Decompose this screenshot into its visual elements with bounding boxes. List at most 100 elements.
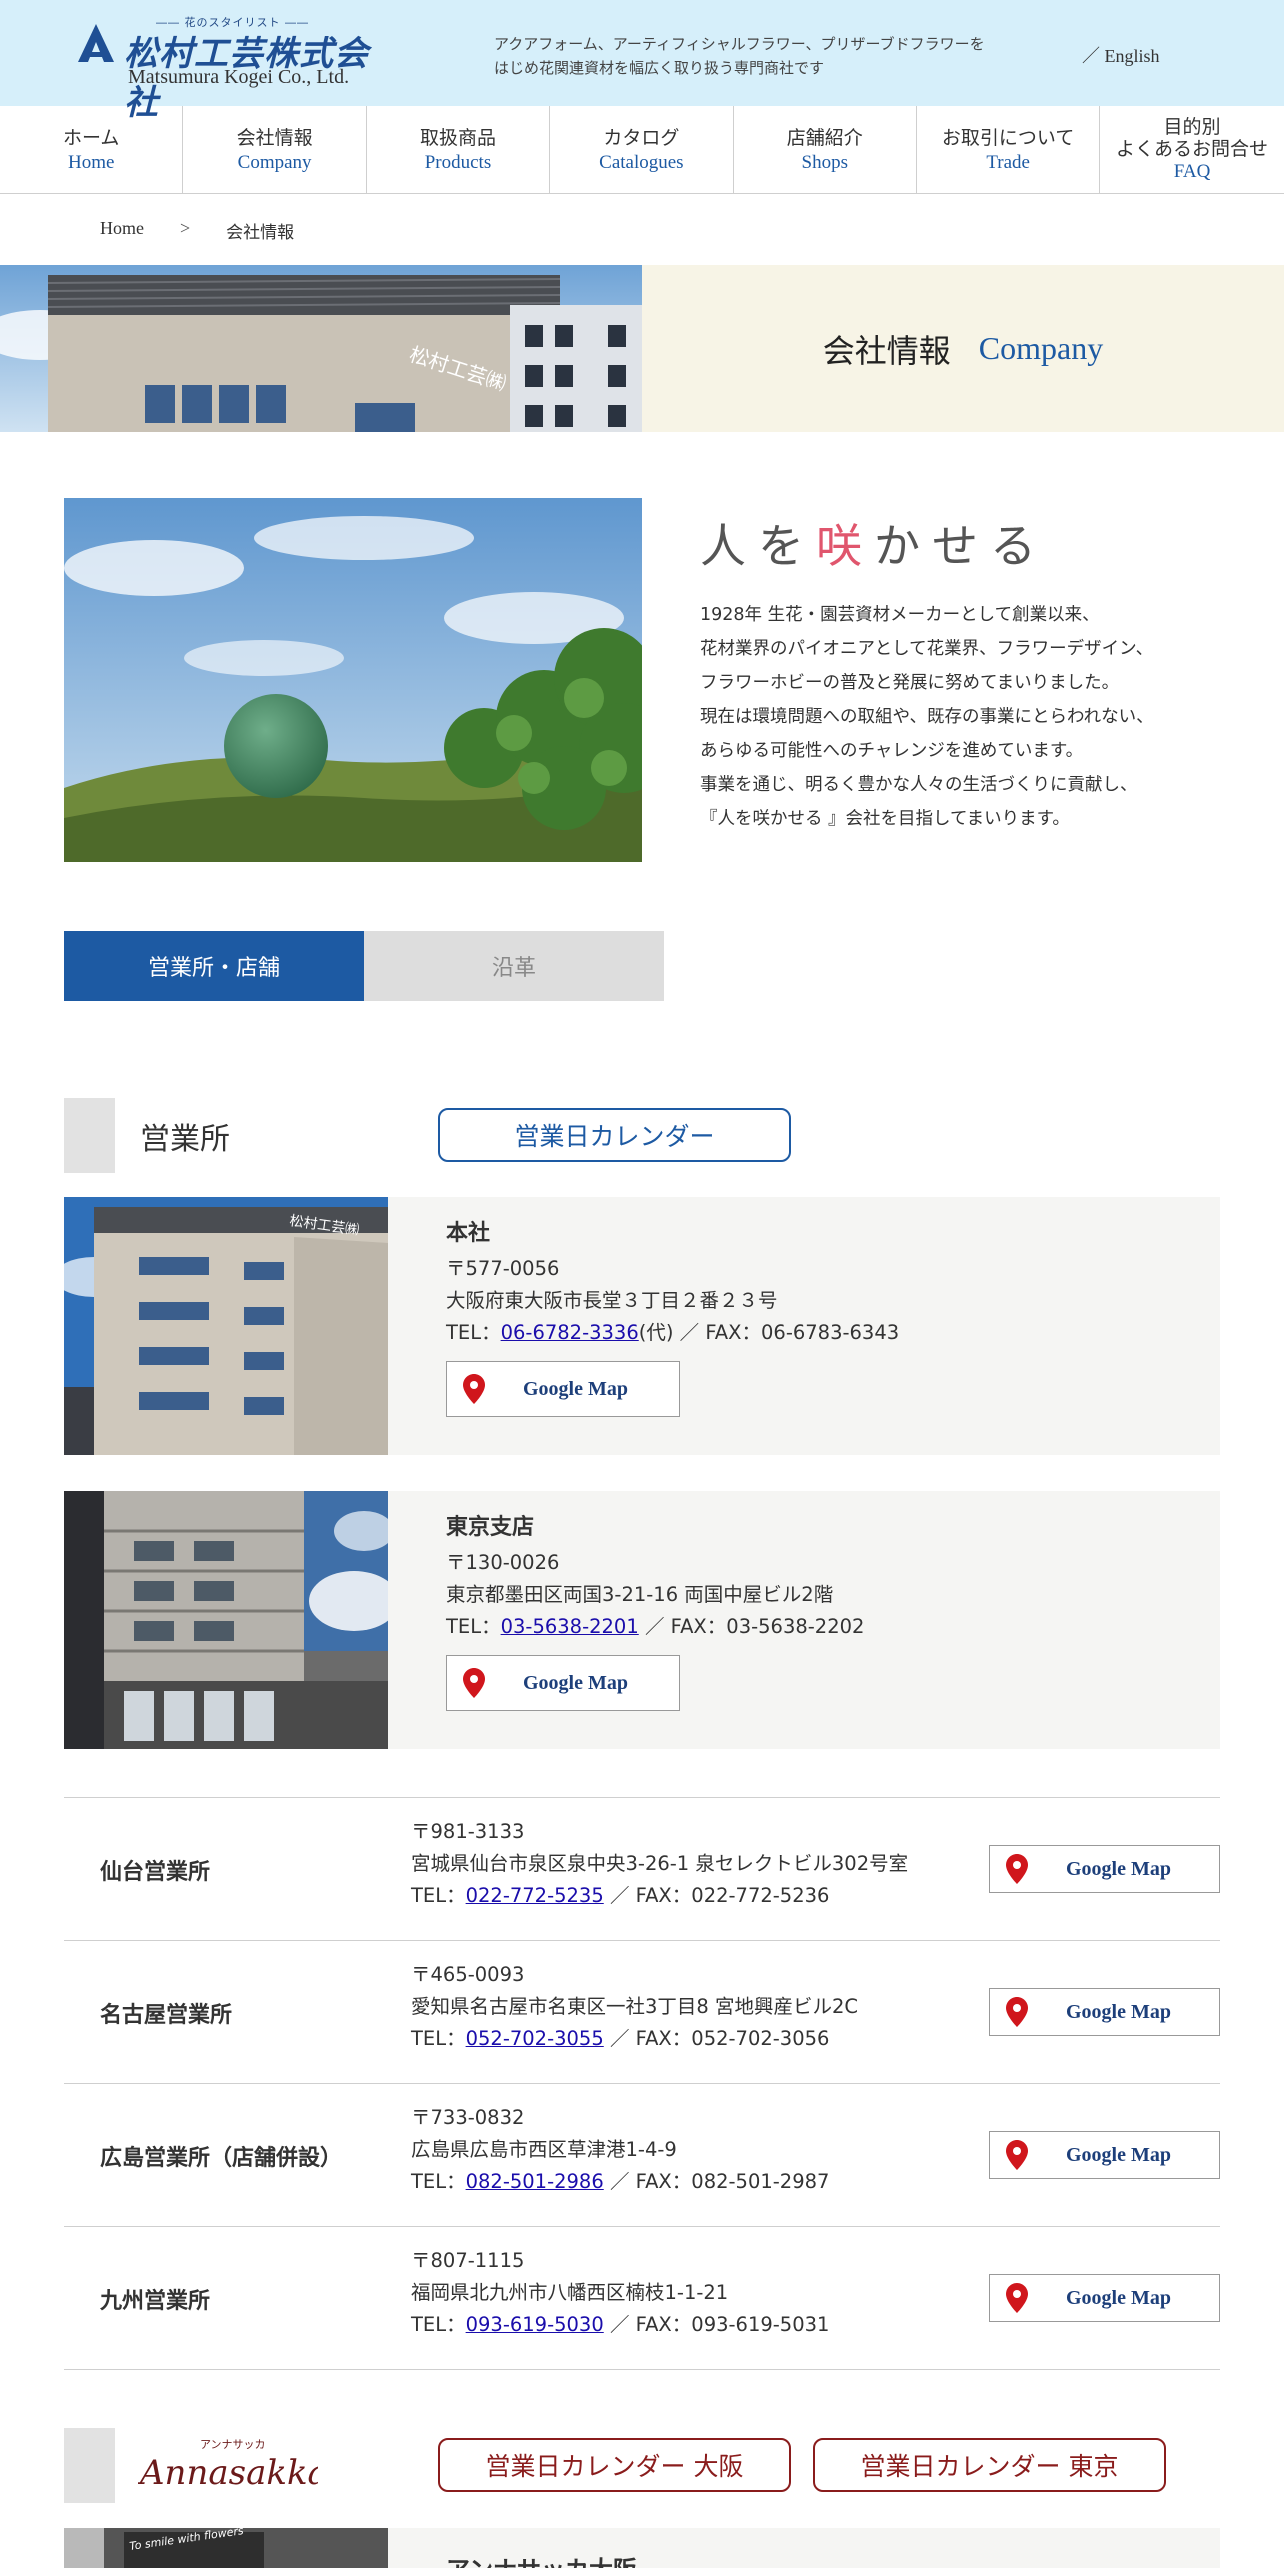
tel-link[interactable]: 052-702-3055	[466, 2027, 604, 2050]
office-contact: TEL：082-501-2986 ／ FAX：082-501-2987	[411, 2166, 829, 2198]
google-map-button[interactable]: Google Map	[989, 1845, 1220, 1893]
office-name: 広島営業所（店舗併設）	[100, 2145, 343, 2171]
tokyo-building-image	[64, 1491, 388, 1749]
page-title-jp: 会社情報	[822, 331, 951, 370]
logo-company-name-en: Matsumura Kogei Co., Ltd.	[128, 66, 350, 88]
google-map-label: Google Map	[1066, 2286, 1171, 2309]
office-contact: TEL：022-772-5235 ／ FAX：022-772-5236	[411, 1880, 908, 1912]
page-title-en: Company	[978, 330, 1104, 366]
office-name: 本社	[446, 1221, 491, 1246]
hq-building-image: 松村工芸㈱	[64, 1197, 388, 1455]
svg-text:アンナサッカ: アンナサッカ	[200, 2438, 266, 2451]
tel-label: TEL：	[411, 2027, 466, 2050]
google-map-label: Google Map	[1066, 1857, 1171, 1880]
calendar-button[interactable]: 営業日カレンダー	[438, 1108, 791, 1162]
nav-item-products[interactable]: 取扱商品 Products	[367, 106, 551, 194]
fax-number: 06-6783-6343	[761, 1321, 900, 1344]
calendar-osaka-button[interactable]: 営業日カレンダー 大阪	[438, 2438, 791, 2492]
nav-label-jp: お取引について	[941, 127, 1075, 149]
office-info: 〒733-0832 広島県広島市西区草津港1-4-9 TEL：082-501-2…	[411, 2102, 829, 2198]
annasakka-logo: アンナサッカ Annasakka	[138, 2438, 318, 2493]
nav-item-catalogues[interactable]: カタログ Catalogues	[550, 106, 734, 194]
nav-item-company[interactable]: 会社情報 Company	[183, 106, 367, 194]
nav-item-trade[interactable]: お取引について Trade	[917, 106, 1101, 194]
nav-item-home[interactable]: ホーム Home	[0, 106, 184, 194]
intro-line: 事業を通じ、明るく豊かな人々の生活づくりに貢献し、	[700, 775, 1138, 795]
page-title-band: 松村工芸㈱ 会社情報 Company	[0, 265, 1284, 432]
nav-item-faq[interactable]: 目的別 よくあるお問合せ FAQ	[1100, 106, 1283, 194]
nav-label-en: Products	[424, 152, 492, 173]
calendar-tokyo-button[interactable]: 営業日カレンダー 東京	[813, 2438, 1166, 2492]
map-pin-icon	[1006, 2283, 1028, 2313]
site-header: ―― 花のスタイリスト ―― 松村工芸株式会社 Matsumura Kogei …	[0, 0, 1284, 123]
office-address: 大阪府東大阪市長堂３丁目２番２３号	[446, 1289, 778, 1312]
google-map-label: Google Map	[1066, 2000, 1171, 2023]
office-address: 東京都墨田区両国3-21-16 両国中屋ビル2階	[446, 1583, 834, 1606]
intro-text: 1928年 生花・園芸資材メーカーとして創業以来、 花材業界のパイオニアとして花…	[700, 598, 1240, 836]
google-map-button[interactable]: Google Map	[989, 2274, 1220, 2322]
google-map-button[interactable]: Google Map	[989, 1988, 1220, 2036]
nav-label-jp: カタログ	[603, 127, 680, 149]
tel-link[interactable]: 082-501-2986	[466, 2170, 604, 2193]
nav-label-en: Trade	[986, 152, 1030, 173]
office-info: 〒465-0093 愛知県名古屋市名東区一社3丁目8 宮地興産ビル2C TEL：…	[411, 1959, 858, 2055]
fax-number: 022-772-5236	[691, 1884, 830, 1907]
tel-label: TEL：	[411, 2170, 466, 2193]
nav-label-en: Catalogues	[599, 152, 684, 173]
office-postal-code: 〒807-1115	[411, 2249, 525, 2272]
intro-line: 現在は環境問題への取組や、既存の事業にとらわれない、	[700, 707, 1154, 727]
tab-history[interactable]: 沿革	[364, 931, 664, 1001]
intro-heading: 人を咲かせる	[700, 510, 1048, 576]
map-pin-icon	[1006, 2140, 1028, 2170]
english-link[interactable]: ／ English	[1082, 42, 1160, 68]
office-contact: TEL：03-5638-2201 ／ FAX：03-5638-2202	[446, 1611, 1206, 1643]
office-postal-code: 〒577-0056	[446, 1257, 560, 1280]
section-marker	[64, 1098, 115, 1173]
office-address: 広島県広島市西区草津港1-4-9	[411, 2138, 677, 2161]
intro-line: 『人を咲かせる 』会社を目指してまいります。	[700, 809, 1070, 829]
tab-offices-shops[interactable]: 営業所・店舗	[64, 931, 364, 1001]
svg-text:Annasakka: Annasakka	[138, 2453, 318, 2493]
breadcrumb: Home > 会社情報	[100, 218, 294, 243]
fax-label: ／ FAX：	[603, 1884, 692, 1907]
nav-label-en: FAQ	[1173, 161, 1211, 182]
tel-label: TEL：	[411, 2313, 466, 2336]
tel-link[interactable]: 093-619-5030	[466, 2313, 604, 2336]
nav-label-jp: 会社情報	[236, 127, 313, 149]
nav-label-en: Home	[67, 152, 115, 173]
google-map-button[interactable]: Google Map	[446, 1361, 680, 1417]
page-title: 会社情報 Company	[642, 265, 1284, 432]
google-map-button[interactable]: Google Map	[446, 1655, 680, 1711]
breadcrumb-home-link[interactable]: Home	[100, 218, 144, 243]
office-postal-code: 〒130-0026	[446, 1551, 560, 1574]
intro-line: フラワーホビーの普及と発展に努めてまいりました。	[700, 673, 1120, 693]
tel-label: TEL：	[446, 1321, 501, 1344]
google-map-button[interactable]: Google Map	[989, 2131, 1220, 2179]
nav-item-shops[interactable]: 店舗紹介 Shops	[734, 106, 917, 194]
site-logo[interactable]: ―― 花のスタイリスト ―― 松村工芸株式会社 Matsumura Kogei …	[76, 14, 396, 123]
nav-label-jp: 取扱商品	[419, 127, 496, 149]
office-contact: TEL：093-619-5030 ／ FAX：093-619-5031	[411, 2309, 829, 2341]
office-name: 仙台営業所	[100, 1859, 211, 1885]
shop-card-annasakka-osaka: To smile with flowers アンナサッカ大阪	[64, 2528, 1220, 2568]
map-pin-icon	[1006, 1997, 1028, 2027]
intro-paragraph: 現在は環境問題への取組や、既存の事業にとらわれない、 あらゆる可能性へのチャレン…	[700, 700, 1240, 836]
tel-link[interactable]: 06-6782-3336	[501, 1321, 639, 1344]
office-row-nagoya: 名古屋営業所 〒465-0093 愛知県名古屋市名東区一社3丁目8 宮地興産ビル…	[64, 1940, 1220, 2083]
map-pin-icon	[1006, 1854, 1028, 1884]
map-pin-icon	[463, 1668, 485, 1698]
intro-heading-after: かせる	[874, 519, 1048, 573]
fax-number: 03-5638-2202	[726, 1615, 865, 1638]
office-info: 東京支店 〒130-0026 東京都墨田区両国3-21-16 両国中屋ビル2階 …	[446, 1509, 1206, 1643]
intro-line: 花材業界のパイオニアとして花業界、フラワーデザイン、	[700, 639, 1154, 659]
tel-link[interactable]: 03-5638-2201	[501, 1615, 639, 1638]
office-address: 宮城県仙台市泉区泉中央3-26-1 泉セレクトビル302号室	[411, 1852, 909, 1875]
fax-label: ／ FAX：	[638, 1615, 727, 1638]
google-map-label: Google Map	[1066, 2143, 1171, 2166]
intro-line: あらゆる可能性へのチャレンジを進めています。	[700, 741, 1084, 761]
nav-label-en: Company	[237, 152, 312, 173]
tel-link[interactable]: 022-772-5235	[466, 1884, 604, 1907]
office-name: 東京支店	[446, 1515, 535, 1540]
google-map-label: Google Map	[523, 1671, 628, 1694]
breadcrumb-separator: >	[180, 218, 191, 238]
